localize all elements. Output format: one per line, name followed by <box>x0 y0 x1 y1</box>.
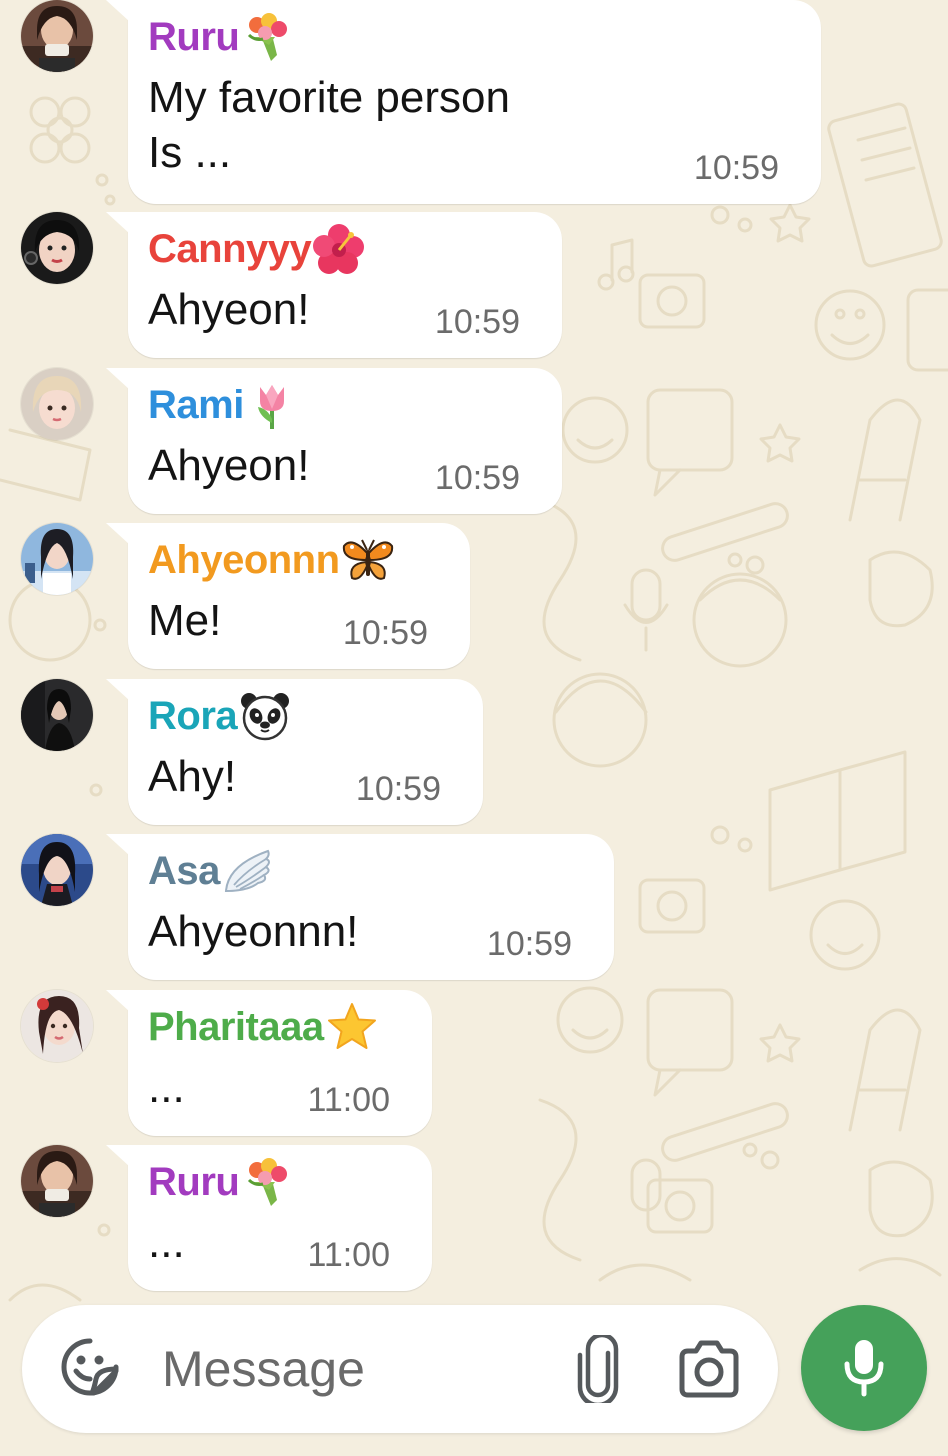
bubble-tail <box>106 0 130 22</box>
message-text: Ahyeon! <box>148 441 310 490</box>
message-text: Ahyeon! <box>148 285 310 334</box>
avatar[interactable] <box>21 0 93 72</box>
message-timestamp: 10:59 <box>355 770 441 808</box>
avatar[interactable] <box>21 212 93 284</box>
bouquet-emoji <box>241 11 293 63</box>
bubble-tail <box>106 834 130 856</box>
message-text: My favorite person <box>148 73 510 122</box>
star-emoji <box>326 1001 378 1053</box>
bouquet-emoji <box>241 1156 293 1208</box>
message-text: Ahy! <box>148 752 237 801</box>
message-composer <box>22 1305 778 1433</box>
message-timestamp: 10:59 <box>342 614 428 652</box>
message-bubble[interactable]: Asa Ahyeonnn! 10:59 <box>106 834 614 980</box>
sender-name[interactable]: Rami <box>148 380 244 430</box>
butterfly-emoji <box>342 534 394 586</box>
hibiscus-emoji <box>313 223 365 275</box>
sender-name[interactable]: Ruru <box>148 12 240 62</box>
microphone-button[interactable] <box>801 1305 927 1431</box>
message-bubble[interactable]: Pharitaaa ... 11:00 <box>106 990 432 1136</box>
sender-name[interactable]: Ahyeonnn <box>148 535 340 585</box>
message-text: Ahyeonnn! <box>148 907 359 956</box>
camera-icon[interactable] <box>676 1339 742 1399</box>
microphone-icon <box>844 1340 884 1397</box>
sticker-smiley-icon[interactable] <box>58 1335 122 1399</box>
sender-header: Rami <box>148 380 298 430</box>
message-timestamp: 10:59 <box>434 303 520 341</box>
bubble-tail <box>106 990 130 1012</box>
message-timestamp: 10:59 <box>434 459 520 497</box>
sender-name[interactable]: Rora <box>148 691 238 741</box>
message-bubble[interactable]: Ruru My favorite person Is ... 10:59 <box>106 0 821 204</box>
message-timestamp: 10:59 <box>693 149 779 187</box>
sender-header: Ruru <box>148 1157 293 1207</box>
bubble-tail <box>106 368 130 390</box>
avatar[interactable] <box>21 523 93 595</box>
sender-header: Cannyyy <box>148 224 365 274</box>
message-input[interactable] <box>162 1333 542 1405</box>
message-text: ... <box>148 1218 185 1267</box>
message-bubble[interactable]: Cannyyy Ahyeon! 10:59 <box>106 212 562 358</box>
panda-emoji <box>239 690 291 742</box>
message-text: ... <box>148 1063 185 1112</box>
message-timestamp: 10:59 <box>486 925 572 963</box>
avatar[interactable] <box>21 1145 93 1217</box>
message-bubble[interactable]: Rora Ahy! 10:59 <box>106 679 483 825</box>
avatar[interactable] <box>21 834 93 906</box>
tulip-emoji <box>246 379 298 431</box>
message-bubble[interactable]: Ruru ... 11:00 <box>106 1145 432 1291</box>
avatar[interactable] <box>21 368 93 440</box>
avatar[interactable] <box>21 679 93 751</box>
avatar[interactable] <box>21 990 93 1062</box>
sender-header: Pharitaaa <box>148 1002 378 1052</box>
sender-header: Ahyeonnn <box>148 535 394 585</box>
message-timestamp: 11:00 <box>307 1081 390 1119</box>
message-bubble[interactable]: Ahyeonnn Me! 10:59 <box>106 523 470 669</box>
sender-header: Rora <box>148 691 291 741</box>
sender-name[interactable]: Pharitaaa <box>148 1002 324 1052</box>
paperclip-icon[interactable] <box>574 1332 622 1408</box>
sender-name[interactable]: Cannyyy <box>148 224 312 274</box>
sender-header: Asa <box>148 846 274 896</box>
bubble-tail <box>106 212 130 234</box>
bubble-tail <box>106 1145 130 1167</box>
bubble-tail <box>106 679 130 701</box>
wing-emoji <box>222 845 274 897</box>
message-bubble[interactable]: Rami Ahyeon! 10:59 <box>106 368 562 514</box>
message-text: Me! <box>148 596 222 645</box>
bubble-tail <box>106 523 130 545</box>
sender-name[interactable]: Asa <box>148 846 220 896</box>
message-list[interactable]: Ruru My favorite person Is ... 10:59 Canny… <box>0 0 948 1300</box>
sender-name[interactable]: Ruru <box>148 1157 240 1207</box>
sender-header: Ruru <box>148 12 293 62</box>
message-text: Is ... <box>148 128 232 177</box>
message-timestamp: 11:00 <box>307 1236 390 1274</box>
